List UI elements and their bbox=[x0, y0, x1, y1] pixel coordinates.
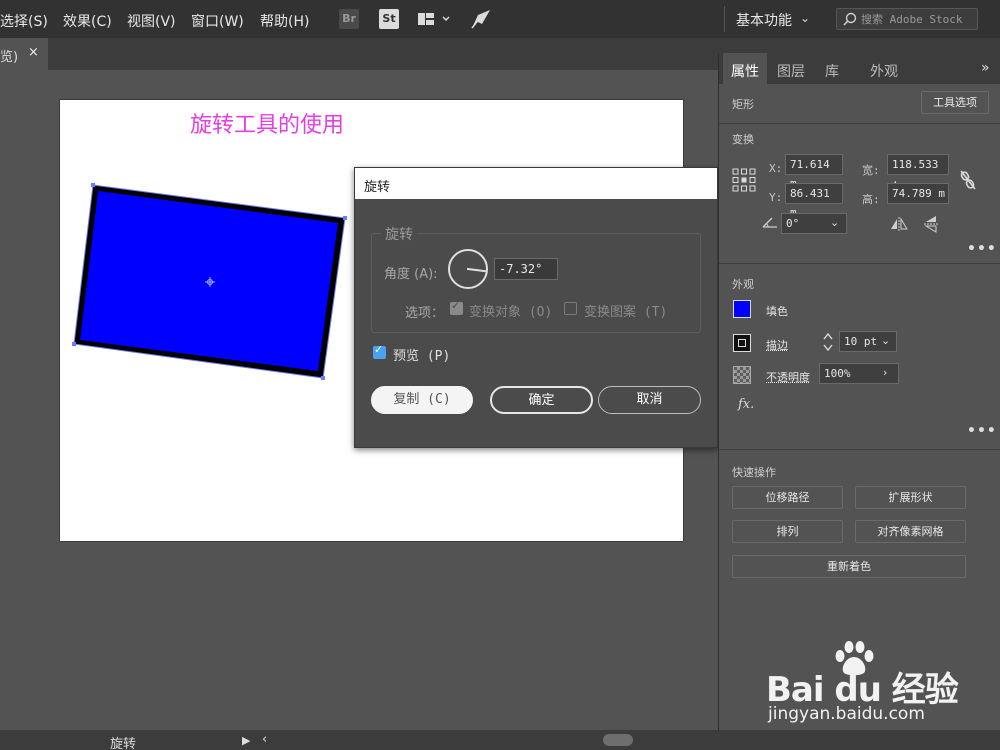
workspace-switcher[interactable]: 基本功能 bbox=[736, 10, 792, 30]
bridge-icon[interactable]: Br bbox=[339, 9, 359, 29]
menu-bar: 选择(S) 效果(C) 视图(V) 窗口(W) 帮助(H) Br St 基本功能… bbox=[0, 0, 1000, 38]
transform-objects-checkbox[interactable] bbox=[450, 299, 463, 315]
rotate-angle-icon bbox=[761, 215, 779, 233]
gpu-performance-icon[interactable] bbox=[470, 9, 492, 33]
reference-point-icon[interactable] bbox=[732, 168, 756, 196]
options-label: 选项： bbox=[405, 306, 445, 321]
appearance-section-title: 外观 bbox=[732, 278, 754, 291]
expand-shape-button[interactable]: 扩展形状 bbox=[855, 486, 966, 509]
watermark-url: jingyan.baidu.com bbox=[768, 704, 925, 724]
search-icon bbox=[841, 11, 859, 31]
menu-window[interactable]: 窗口(W) bbox=[191, 11, 244, 31]
opacity-checker-icon bbox=[733, 366, 751, 384]
angle-dial-needle bbox=[466, 267, 486, 273]
chevron-left-icon[interactable]: ‹ bbox=[262, 732, 267, 747]
tool-options-button[interactable]: 工具选项 bbox=[921, 91, 989, 114]
rotate-group-title: 旋转 bbox=[381, 224, 417, 244]
fill-swatch[interactable] bbox=[733, 300, 751, 318]
copy-button[interactable]: 复制 (C) bbox=[371, 386, 473, 414]
search-input[interactable] bbox=[861, 11, 973, 27]
constrain-proportions-icon[interactable] bbox=[959, 169, 977, 195]
play-icon[interactable]: ▶ bbox=[242, 734, 250, 747]
arrange-button[interactable]: 排列 bbox=[732, 520, 843, 543]
width-field[interactable]: 118.533 : bbox=[887, 154, 949, 190]
transform-section-title: 变换 bbox=[732, 133, 754, 146]
transform-patterns-label: 变换图案 (T) bbox=[584, 305, 668, 320]
document-tab[interactable]: 览) × bbox=[0, 38, 48, 70]
section-divider bbox=[719, 449, 1000, 450]
tab-appearance[interactable]: 外观 bbox=[870, 61, 898, 81]
document-tab-label: 览) bbox=[0, 50, 19, 65]
recolor-button[interactable]: 重新着色 bbox=[732, 555, 966, 578]
tab-layers[interactable]: 图层 bbox=[777, 61, 805, 81]
y-field[interactable]: 86.431 m bbox=[785, 183, 843, 219]
offset-path-button[interactable]: 位移路径 bbox=[732, 486, 843, 509]
object-type-label: 矩形 bbox=[732, 98, 754, 111]
quick-actions-section-title: 快速操作 bbox=[732, 466, 776, 479]
align-pixel-grid-button[interactable]: 对齐像素网格 bbox=[855, 520, 966, 543]
dialog-titlebar[interactable]: 旋转 bbox=[355, 168, 717, 199]
status-bar: 旋转 ▶ ‹ bbox=[0, 730, 1000, 750]
chevron-right-icon[interactable]: › bbox=[883, 366, 887, 379]
dialog-title: 旋转 bbox=[364, 180, 391, 195]
panel-tab-bar: 属性 图层 库 外观 » bbox=[719, 53, 1000, 84]
stock-search-box[interactable] bbox=[836, 8, 978, 30]
menubar-divider bbox=[724, 6, 725, 32]
y-label: Y: bbox=[769, 191, 783, 204]
cancel-button[interactable]: 取消 bbox=[598, 386, 701, 414]
flip-vertical-icon[interactable] bbox=[923, 215, 939, 237]
transform-objects-label: 变换对象 (O) bbox=[469, 305, 553, 320]
x-field[interactable]: 71.614 m bbox=[785, 154, 843, 190]
chevron-down-icon[interactable]: ⌄ bbox=[800, 11, 810, 25]
fx-icon[interactable]: fx. bbox=[738, 397, 754, 412]
angle-input[interactable] bbox=[494, 258, 558, 280]
section-divider bbox=[719, 263, 1000, 264]
menu-effect[interactable]: 效果(C) bbox=[63, 11, 112, 31]
angle-dial-icon[interactable] bbox=[448, 249, 488, 289]
section-divider bbox=[719, 123, 1000, 124]
stroke-swatch-icon[interactable] bbox=[733, 334, 751, 352]
menu-select[interactable]: 选择(S) bbox=[0, 11, 48, 31]
stroke-stepper-icon[interactable] bbox=[822, 331, 834, 357]
properties-panel: 属性 图层 库 外观 » 矩形 工具选项 变换 X: 71.614 m Y: 8… bbox=[718, 53, 1000, 730]
ok-button[interactable]: 确定 bbox=[490, 386, 593, 414]
artboard-title-text[interactable]: 旋转工具的使用 bbox=[190, 107, 344, 139]
angle-label: 角度 (A): bbox=[384, 267, 438, 282]
preview-label[interactable]: 预览 (P) bbox=[393, 345, 450, 364]
preview-checkbox[interactable] bbox=[373, 343, 386, 359]
menu-help[interactable]: 帮助(H) bbox=[260, 11, 309, 31]
fill-label: 填色 bbox=[766, 305, 788, 318]
flip-horizontal-icon[interactable] bbox=[890, 216, 908, 236]
rotate-dialog: 旋转 旋转 角度 (A): 选项： 变换对象 (O) 变换图案 (T) 预览 (… bbox=[354, 167, 718, 448]
menu-view[interactable]: 视图(V) bbox=[127, 11, 176, 31]
opacity-label[interactable]: 不透明度 bbox=[766, 369, 810, 385]
stock-icon[interactable]: St bbox=[379, 9, 399, 29]
chevron-down-icon[interactable]: ⌄ bbox=[830, 216, 839, 229]
tab-properties[interactable]: 属性 bbox=[731, 61, 759, 81]
more-options-icon[interactable]: ••• bbox=[967, 241, 997, 257]
height-field[interactable]: 74.789 m bbox=[887, 183, 949, 204]
horizontal-scrollbar-thumb[interactable] bbox=[603, 734, 633, 746]
x-label: X: bbox=[769, 162, 783, 175]
width-label: 宽: bbox=[862, 164, 880, 177]
collapse-panel-icon[interactable]: » bbox=[981, 60, 990, 76]
chevron-down-icon[interactable]: ⌄ bbox=[881, 334, 890, 347]
more-options-icon[interactable]: ••• bbox=[967, 423, 997, 439]
current-tool-label: 旋转 bbox=[110, 737, 137, 750]
stroke-label[interactable]: 描边 bbox=[766, 337, 788, 353]
close-icon[interactable]: × bbox=[28, 45, 39, 60]
transform-patterns-checkbox[interactable] bbox=[564, 302, 577, 315]
tab-libraries[interactable]: 库 bbox=[825, 61, 839, 81]
height-label: 高: bbox=[862, 193, 880, 206]
arrange-documents-icon[interactable] bbox=[417, 11, 451, 31]
